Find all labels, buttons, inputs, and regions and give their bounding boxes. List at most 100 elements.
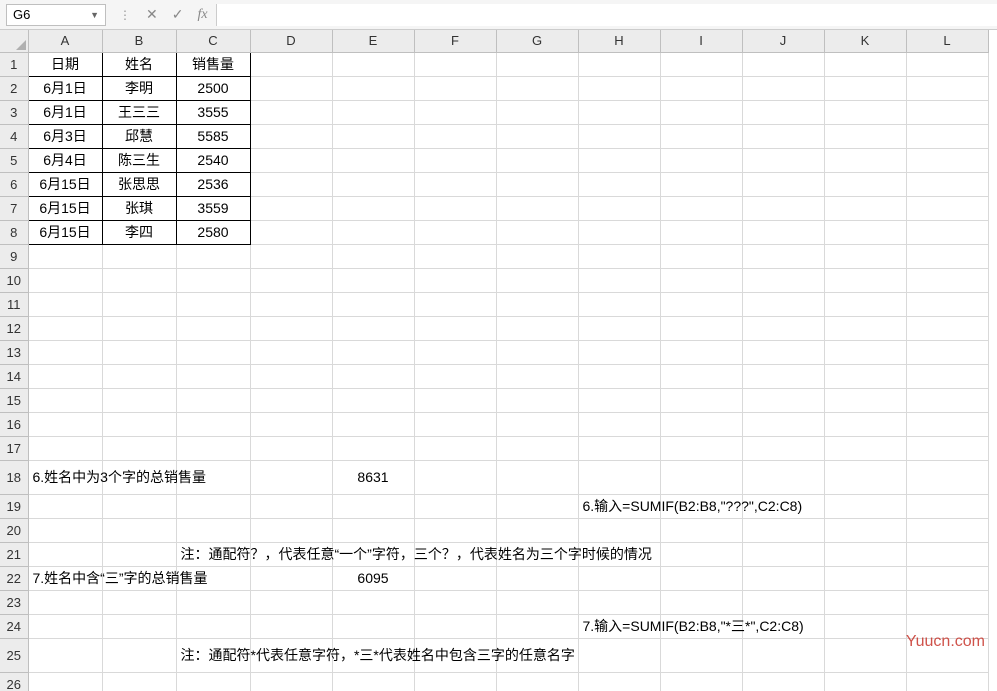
formula-input[interactable]: [216, 4, 997, 26]
cell[interactable]: [660, 76, 742, 100]
row-header[interactable]: 24: [0, 614, 28, 638]
cell[interactable]: [28, 412, 102, 436]
cell[interactable]: [102, 590, 176, 614]
cell[interactable]: [250, 100, 332, 124]
cell[interactable]: [578, 76, 660, 100]
col-header[interactable]: F: [414, 30, 496, 52]
cell[interactable]: [578, 388, 660, 412]
cell[interactable]: [414, 316, 496, 340]
cell[interactable]: 2500: [176, 76, 250, 100]
cell[interactable]: [578, 638, 660, 672]
cell[interactable]: [742, 388, 824, 412]
cell[interactable]: 李明: [102, 76, 176, 100]
cell[interactable]: 2540: [176, 148, 250, 172]
cell[interactable]: [660, 124, 742, 148]
cell[interactable]: 6月1日: [28, 100, 102, 124]
cell[interactable]: [742, 292, 824, 316]
cell[interactable]: [28, 672, 102, 691]
cell[interactable]: [414, 672, 496, 691]
cell[interactable]: [824, 220, 906, 244]
cell[interactable]: [578, 220, 660, 244]
col-header[interactable]: G: [496, 30, 578, 52]
cell[interactable]: [906, 436, 988, 460]
cell[interactable]: [824, 388, 906, 412]
cell[interactable]: [250, 412, 332, 436]
cell[interactable]: [250, 268, 332, 292]
cell[interactable]: [578, 436, 660, 460]
cell[interactable]: [660, 172, 742, 196]
cell[interactable]: [578, 340, 660, 364]
cell[interactable]: [660, 220, 742, 244]
row-header[interactable]: 25: [0, 638, 28, 672]
col-header[interactable]: B: [102, 30, 176, 52]
cell[interactable]: [906, 76, 988, 100]
cell[interactable]: [906, 316, 988, 340]
cell[interactable]: [496, 100, 578, 124]
cell[interactable]: [742, 100, 824, 124]
cell[interactable]: [332, 220, 414, 244]
cell[interactable]: 日期: [28, 52, 102, 76]
cell[interactable]: [824, 76, 906, 100]
cell[interactable]: [824, 412, 906, 436]
cell[interactable]: 3559: [176, 196, 250, 220]
cell[interactable]: [906, 220, 988, 244]
cell[interactable]: [414, 614, 496, 638]
cell[interactable]: [824, 316, 906, 340]
cell[interactable]: [28, 364, 102, 388]
row-header[interactable]: 12: [0, 316, 28, 340]
cell[interactable]: [102, 614, 176, 638]
cell[interactable]: [742, 518, 824, 542]
cell[interactable]: [102, 672, 176, 691]
chevron-down-icon[interactable]: ▼: [90, 10, 99, 20]
row-header[interactable]: 11: [0, 292, 28, 316]
cell[interactable]: [332, 436, 414, 460]
col-header[interactable]: H: [578, 30, 660, 52]
name-box[interactable]: G6 ▼: [6, 4, 106, 26]
cell[interactable]: [906, 340, 988, 364]
cell[interactable]: [906, 268, 988, 292]
cell[interactable]: [102, 316, 176, 340]
cell[interactable]: [742, 340, 824, 364]
cell[interactable]: [824, 196, 906, 220]
cell[interactable]: [496, 364, 578, 388]
cell[interactable]: [250, 220, 332, 244]
col-header[interactable]: C: [176, 30, 250, 52]
cell[interactable]: [102, 494, 176, 518]
cell[interactable]: [496, 316, 578, 340]
cell[interactable]: [824, 340, 906, 364]
cell[interactable]: [660, 340, 742, 364]
spreadsheet-grid[interactable]: A B C D E F G H I J K L 1 日期 姓名 销售量 2 6月…: [0, 30, 989, 691]
cell[interactable]: [102, 518, 176, 542]
cell[interactable]: 2580: [176, 220, 250, 244]
row-header[interactable]: 23: [0, 590, 28, 614]
cell[interactable]: [496, 52, 578, 76]
cell[interactable]: [906, 460, 988, 494]
cell[interactable]: [578, 148, 660, 172]
cell[interactable]: [176, 364, 250, 388]
cell[interactable]: [906, 364, 988, 388]
row-header[interactable]: 5: [0, 148, 28, 172]
row-header[interactable]: 22: [0, 566, 28, 590]
cell[interactable]: [250, 292, 332, 316]
cell[interactable]: [332, 268, 414, 292]
cell[interactable]: [824, 518, 906, 542]
cell[interactable]: [660, 672, 742, 691]
cell[interactable]: [496, 436, 578, 460]
cell[interactable]: 6月4日: [28, 148, 102, 172]
cell[interactable]: [824, 100, 906, 124]
cell[interactable]: [660, 148, 742, 172]
cell[interactable]: [332, 316, 414, 340]
cell[interactable]: [332, 52, 414, 76]
cell[interactable]: [578, 364, 660, 388]
cell[interactable]: [496, 292, 578, 316]
cell[interactable]: [332, 100, 414, 124]
cell[interactable]: [660, 566, 742, 590]
cell[interactable]: [102, 292, 176, 316]
cell[interactable]: [414, 494, 496, 518]
cell[interactable]: [906, 518, 988, 542]
cell[interactable]: [906, 196, 988, 220]
cell[interactable]: [824, 148, 906, 172]
cell[interactable]: [414, 76, 496, 100]
cell[interactable]: [250, 316, 332, 340]
cell[interactable]: [742, 460, 824, 494]
